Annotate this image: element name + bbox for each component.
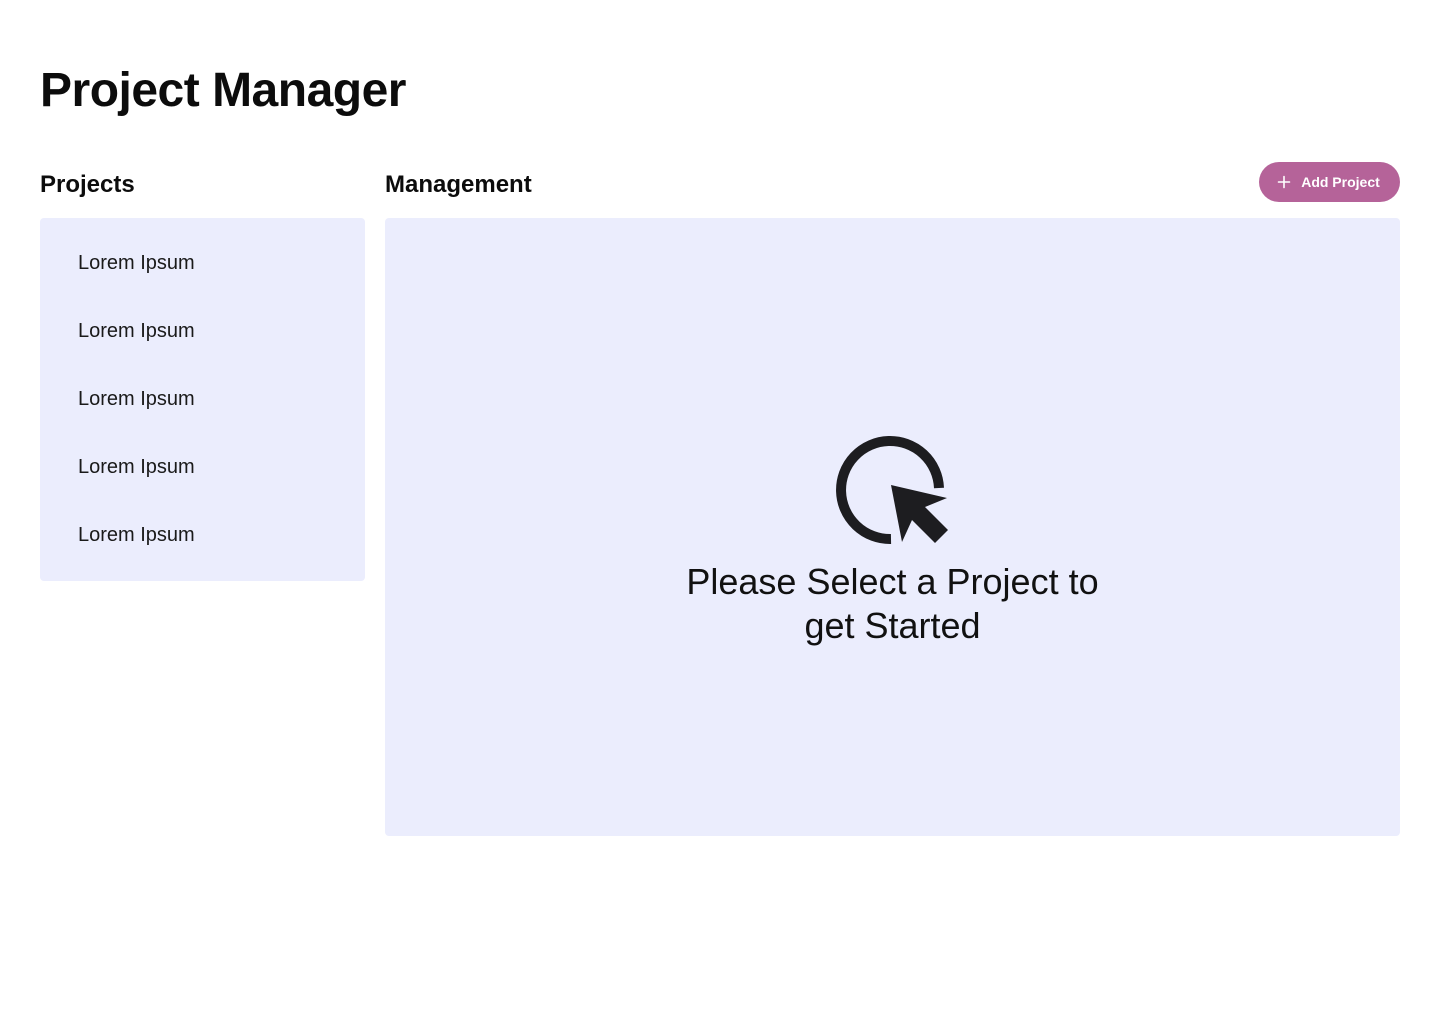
- management-heading: Management: [385, 171, 532, 198]
- add-project-button[interactable]: Add Project: [1259, 162, 1400, 202]
- project-list-item[interactable]: Lorem Ipsum: [40, 376, 365, 444]
- project-list-item[interactable]: Lorem Ipsum: [40, 512, 365, 580]
- project-item-label: Lorem Ipsum: [78, 252, 195, 274]
- project-manager-page: Project Manager Projects Management Add …: [0, 0, 1440, 1024]
- page-title: Project Manager: [40, 64, 406, 117]
- plus-icon: [1277, 175, 1291, 189]
- project-list-item[interactable]: Lorem Ipsum: [40, 444, 365, 512]
- project-list-item[interactable]: Lorem Ipsum: [40, 308, 365, 376]
- project-item-label: Lorem Ipsum: [78, 524, 195, 546]
- empty-state: Please Select a Project to get Started: [385, 430, 1400, 648]
- management-panel: Please Select a Project to get Started: [385, 218, 1400, 836]
- projects-list: Lorem Ipsum Lorem Ipsum Lorem Ipsum Lore…: [40, 218, 365, 581]
- project-item-label: Lorem Ipsum: [78, 456, 195, 478]
- cursor-click-icon: [835, 436, 948, 545]
- add-project-label: Add Project: [1301, 174, 1380, 190]
- empty-state-message: Please Select a Project to get Started: [686, 561, 1099, 646]
- project-item-label: Lorem Ipsum: [78, 388, 195, 410]
- projects-heading: Projects: [40, 171, 135, 198]
- project-item-label: Lorem Ipsum: [78, 320, 195, 342]
- project-list-item[interactable]: Lorem Ipsum: [40, 240, 365, 308]
